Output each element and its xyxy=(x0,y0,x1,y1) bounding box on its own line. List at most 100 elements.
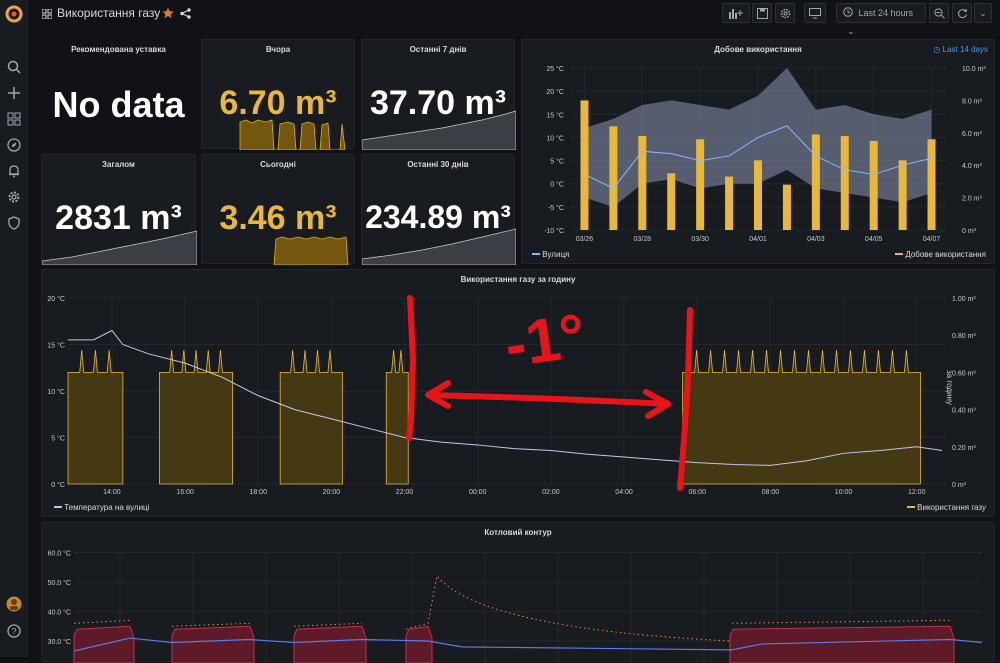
x-tick-label: 03/30 xyxy=(691,236,709,243)
x-tick-label: 04/01 xyxy=(749,236,767,243)
boiler-circuit-panel: Котловий контур 30.0 °C 40.0 °C 50.0 °C 60.… xyxy=(41,522,995,663)
panel-title: Останні 7 днів xyxy=(409,45,467,54)
panel-title: Рекомендована уставка xyxy=(71,45,166,54)
panel-title: Сьогодні xyxy=(260,160,296,169)
refresh-interval-button[interactable]: ⌄ xyxy=(974,3,992,23)
panel-title: Загалом xyxy=(102,160,135,169)
bar-04/05 xyxy=(869,140,878,230)
dashboards-grid-icon xyxy=(42,9,52,19)
y-tick-label: 0 °C xyxy=(550,181,564,189)
right-axis-label: за годину xyxy=(945,370,954,405)
y-tick-label: 15 °C xyxy=(47,342,65,350)
help-icon[interactable]: ? xyxy=(6,624,22,640)
x-tick-label: 22:00 xyxy=(396,489,414,496)
legend-swatch xyxy=(895,253,904,255)
page-title[interactable]: Використання газу xyxy=(57,6,160,20)
y-right-tick-label: 6.0 m³ xyxy=(962,131,983,138)
y-tick-label: 5 °C xyxy=(550,158,564,166)
x-tick-label: 04:00 xyxy=(615,489,633,496)
supply-temperature-area xyxy=(405,625,433,663)
boiler-circuit-chart: 30.0 °C 40.0 °C 50.0 °C 60.0 °C xyxy=(48,550,983,663)
bar-03/28 xyxy=(638,136,647,230)
legend-swatch xyxy=(532,253,540,255)
legend-right: Використання газу xyxy=(906,503,986,512)
shield-icon[interactable] xyxy=(6,216,22,232)
y-right-tick-label: 0 m³ xyxy=(962,228,977,235)
add-panel-button[interactable] xyxy=(722,3,750,23)
clock-icon xyxy=(843,7,853,17)
zoom-out-button[interactable] xyxy=(929,3,949,23)
refresh-button[interactable] xyxy=(952,3,972,23)
stat-value: 6.70 m³ xyxy=(219,84,337,122)
plus-icon[interactable] xyxy=(6,86,22,102)
settings-button[interactable] xyxy=(775,3,795,23)
gear-icon xyxy=(780,8,790,19)
daily-usage-chart: -10 °C -5 °C 0 °C 5 °C 10 °C 15 °C 20 °C 25 °C 0… xyxy=(544,65,986,243)
x-tick-label: 20:00 xyxy=(323,489,341,496)
tv-mode-button[interactable] xyxy=(804,3,826,23)
legend-swatch xyxy=(54,506,62,508)
x-tick-label: 18:00 xyxy=(249,489,267,496)
bell-icon[interactable] xyxy=(6,164,22,180)
explore-icon[interactable] xyxy=(6,138,22,154)
y-tick-label: 40.0 °C xyxy=(48,609,71,617)
x-tick-label: 16:00 xyxy=(176,489,194,496)
x-tick-label: 12:00 xyxy=(908,489,926,496)
y-right-tick-label: 8.0 m³ xyxy=(962,98,983,105)
y-right-tick-label: 4.0 m³ xyxy=(962,163,983,170)
stat-value: 37.70 m³ xyxy=(369,84,507,122)
stat-value: 2831 m³ xyxy=(55,199,182,237)
x-tick-label: 00:00 xyxy=(469,489,487,496)
y-tick-label: 15 °C xyxy=(546,111,564,119)
bar-03/29 xyxy=(667,173,676,230)
x-tick-label: 08:00 xyxy=(762,489,780,496)
bar-03/26 xyxy=(580,100,589,231)
panel-title: Останні 30 днів xyxy=(407,160,469,169)
x-tick-label: 14:00 xyxy=(103,489,121,496)
gear-icon[interactable] xyxy=(6,190,22,206)
y-right-tick-label: 2.0 m³ xyxy=(962,196,983,203)
stat-panel-yesterday: Вчора 6.70 m³ xyxy=(201,39,355,150)
gas-usage-block xyxy=(279,350,343,485)
share-icon[interactable] xyxy=(180,8,191,19)
x-tick-label: 03/28 xyxy=(634,236,652,243)
bar-04/07 xyxy=(927,139,936,230)
star-icon[interactable] xyxy=(162,7,174,19)
time-range-label: Last 24 hours xyxy=(858,8,914,18)
y-tick-label: 30.0 °C xyxy=(48,638,71,646)
y-right-tick-label: 0.80 m³ xyxy=(952,333,976,340)
gas-usage-block xyxy=(159,350,234,485)
search-icon[interactable] xyxy=(6,60,22,76)
y-right-tick-label: 0 m³ xyxy=(952,482,967,489)
stat-value: 3.46 m³ xyxy=(219,199,337,237)
y-right-tick-label: 0.60 m³ xyxy=(952,370,976,377)
chevron-down-icon: ⌄ xyxy=(847,26,855,36)
bar-03/31 xyxy=(725,176,734,230)
x-tick-label: 02:00 xyxy=(542,489,560,496)
gas-usage-block xyxy=(67,350,124,485)
dashboards-icon[interactable] xyxy=(6,112,22,128)
stat-value: 234.89 m³ xyxy=(365,199,511,235)
avatar[interactable] xyxy=(6,596,22,612)
hourly-usage-panel: Використання газу за годину 0 °C 5 °C 10 °… xyxy=(41,269,995,517)
grafana-logo-icon[interactable] xyxy=(4,4,24,24)
daily-usage-panel: Добове використання ◷ Last 14 days -10 °… xyxy=(521,39,995,264)
save-button[interactable] xyxy=(752,3,772,23)
y-tick-label: 0 °C xyxy=(51,481,65,489)
y-right-tick-label: 10.0 m³ xyxy=(962,66,986,73)
time-range-picker[interactable]: Last 24 hours ⌄ xyxy=(836,3,926,36)
legend-label: Добове використання xyxy=(905,250,986,259)
stat-value: No data xyxy=(52,84,185,125)
bar-04/04 xyxy=(840,136,849,230)
y-tick-label: 20 °C xyxy=(47,295,65,303)
stat-panel-today: Сьогодні 3.46 m³ xyxy=(201,154,355,265)
bar-04/01 xyxy=(754,160,762,230)
legend-swatch xyxy=(906,506,915,508)
y-tick-label: 5 °C xyxy=(51,435,65,443)
panel-title: Вчора xyxy=(265,45,291,54)
svg-text:?: ? xyxy=(11,627,16,637)
bar-chart-add-icon xyxy=(729,9,743,19)
y-right-tick-label: 0.20 m³ xyxy=(952,445,976,452)
bar-04/03 xyxy=(811,134,820,230)
monitor-icon xyxy=(809,8,821,19)
